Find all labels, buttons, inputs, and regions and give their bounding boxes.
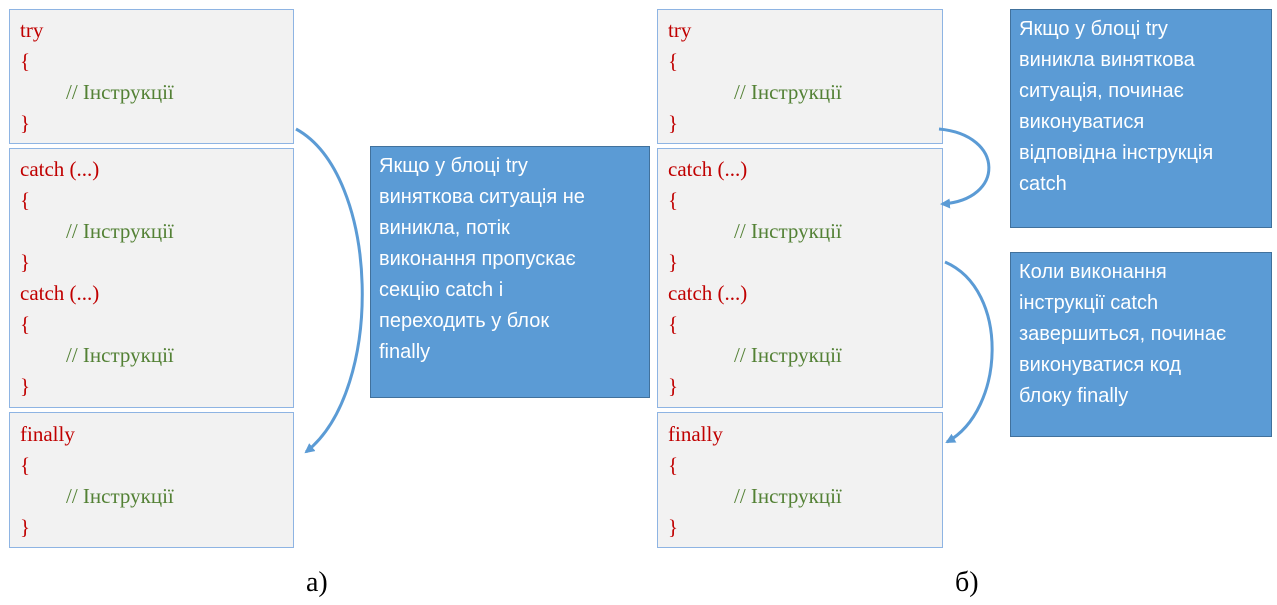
- catch-to-finally-arrow: [944, 260, 994, 444]
- try-to-catch-arrow: [938, 127, 991, 209]
- try-to-finally-arrow: [295, 127, 364, 454]
- flow-arrows: [295, 127, 994, 454]
